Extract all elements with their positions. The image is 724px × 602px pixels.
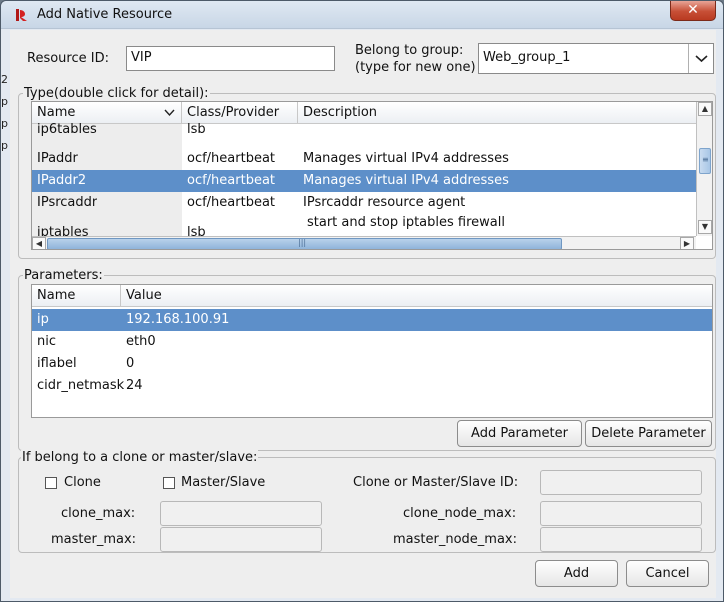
grip-icon: |||	[298, 238, 307, 247]
type-table-hscrollbar[interactable]: ◀ ||| ▶	[32, 236, 696, 249]
clone-node-max-label: clone_node_max:	[403, 506, 517, 521]
table-row[interactable]: iflabel 0	[32, 353, 712, 375]
clone-id-label: Clone or Master/Slave ID:	[353, 475, 519, 490]
window-title: Add Native Resource	[37, 7, 173, 22]
close-button[interactable]: ✕	[670, 1, 716, 21]
table-row[interactable]: IPsrcaddr ocf/heartbeat IPsrcaddr resour…	[32, 192, 696, 214]
table-row[interactable]: IPaddr ocf/heartbeat Manages virtual IPv…	[32, 148, 696, 170]
master-slave-checkbox-label: Master/Slave	[181, 475, 266, 490]
param-name: iflabel	[37, 356, 77, 371]
group-combobox[interactable]: Web_group_1	[478, 43, 714, 74]
param-value: 192.168.100.91	[126, 312, 230, 327]
column-header-param-name[interactable]: Name	[32, 285, 121, 307]
type-section-legend: Type(double click for detail):	[23, 86, 210, 101]
master-max-input[interactable]	[160, 527, 322, 552]
param-value: 0	[126, 356, 135, 371]
param-name: nic	[37, 334, 56, 349]
delete-parameter-button[interactable]: Delete Parameter	[585, 420, 712, 447]
parameters-table: Name Value ip 192.168.100.91 nic eth0 if…	[31, 284, 713, 418]
table-row-selected[interactable]: IPaddr2 ocf/heartbeat Manages virtual IP…	[32, 170, 696, 192]
edge-char: p	[1, 95, 8, 108]
param-name: cidr_netmask	[37, 378, 125, 393]
hscroll-thumb[interactable]: |||	[47, 238, 562, 249]
chevron-down-icon	[164, 109, 175, 117]
scroll-down-button[interactable]: ▼	[698, 220, 712, 234]
dialog-window: Add Native Resource ✕ 2 p p p Resource I…	[0, 0, 724, 602]
scroll-up-button[interactable]: ▲	[698, 102, 712, 116]
row-provider: ocf/heartbeat	[187, 195, 276, 210]
vscroll-thumb[interactable]: ≡	[699, 148, 711, 174]
heartbeat-app-icon	[16, 9, 27, 21]
clone-checkbox[interactable]	[45, 477, 57, 489]
edge-char: 2	[1, 73, 8, 86]
close-icon: ✕	[687, 2, 699, 18]
row-name: IPaddr	[37, 151, 78, 166]
clone-checkbox-label: Clone	[64, 475, 101, 490]
table-row[interactable]: cidr_netmask 24	[32, 375, 712, 397]
resource-id-label: Resource ID:	[27, 51, 109, 66]
group-combobox-value: Web_group_1	[483, 50, 571, 65]
row-name: ip6tables	[37, 122, 97, 137]
row-description: Manages virtual IPv4 addresses	[303, 173, 509, 188]
row-name: IPaddr2	[37, 173, 87, 188]
clone-node-max-input[interactable]	[540, 501, 702, 526]
row-description: Manages virtual IPv4 addresses	[303, 151, 509, 166]
resource-id-input[interactable]: VIP	[126, 46, 335, 71]
dialog-client-area: Resource ID: VIP Belong to group: (type …	[10, 30, 716, 598]
type-table: Name Class/Provider Description ip6table…	[31, 101, 713, 250]
group-label-line2: (type for new one)	[355, 60, 476, 75]
scroll-left-button[interactable]: ◀	[32, 237, 46, 249]
add-button[interactable]: Add	[535, 560, 618, 587]
group-combobox-toggle[interactable]	[688, 44, 713, 73]
row-provider: ocf/heartbeat	[187, 173, 276, 188]
parameters-section-legend: Parameters:	[23, 268, 104, 283]
grip-icon: ≡	[702, 155, 709, 164]
scroll-right-button[interactable]: ▶	[680, 237, 694, 249]
chevron-down-icon	[695, 55, 708, 63]
cancel-button[interactable]: Cancel	[626, 560, 709, 587]
clone-section-legend: If belong to a clone or master/slave:	[21, 450, 259, 465]
master-node-max-input[interactable]	[540, 527, 702, 552]
master-slave-checkbox[interactable]	[163, 477, 175, 489]
edge-char: p	[1, 139, 8, 152]
table-row-selected[interactable]: ip 192.168.100.91	[32, 309, 712, 331]
table-row[interactable]: nic eth0	[32, 331, 712, 353]
title-bar[interactable]: Add Native Resource ✕	[1, 1, 723, 29]
type-table-vscrollbar[interactable]: ▲ ≡ ▼	[696, 102, 712, 236]
table-row[interactable]: ip6tables lsb	[32, 120, 696, 138]
group-label-line1: Belong to group:	[355, 43, 464, 58]
clone-max-input[interactable]	[160, 501, 322, 526]
param-value: eth0	[126, 334, 156, 349]
background-window-edge: 2 p p p	[1, 69, 10, 157]
master-max-label: master_max:	[51, 532, 137, 547]
row-name: IPsrcaddr	[37, 195, 98, 210]
row-provider: ocf/heartbeat	[187, 151, 276, 166]
param-value: 24	[126, 378, 143, 393]
param-name: ip	[37, 312, 49, 327]
row-provider: lsb	[187, 122, 206, 137]
parameters-table-header: Name Value	[32, 285, 712, 307]
clone-max-label: clone_max:	[61, 506, 136, 521]
row-description: IPsrcaddr resource agent	[303, 195, 466, 210]
column-header-param-value[interactable]: Value	[121, 285, 712, 307]
clone-id-input[interactable]	[540, 470, 702, 495]
edge-char: p	[1, 117, 8, 130]
master-node-max-label: master_node_max:	[393, 532, 517, 547]
add-parameter-button[interactable]: Add Parameter	[457, 420, 582, 447]
row-description: start and stop iptables firewall	[307, 215, 505, 230]
